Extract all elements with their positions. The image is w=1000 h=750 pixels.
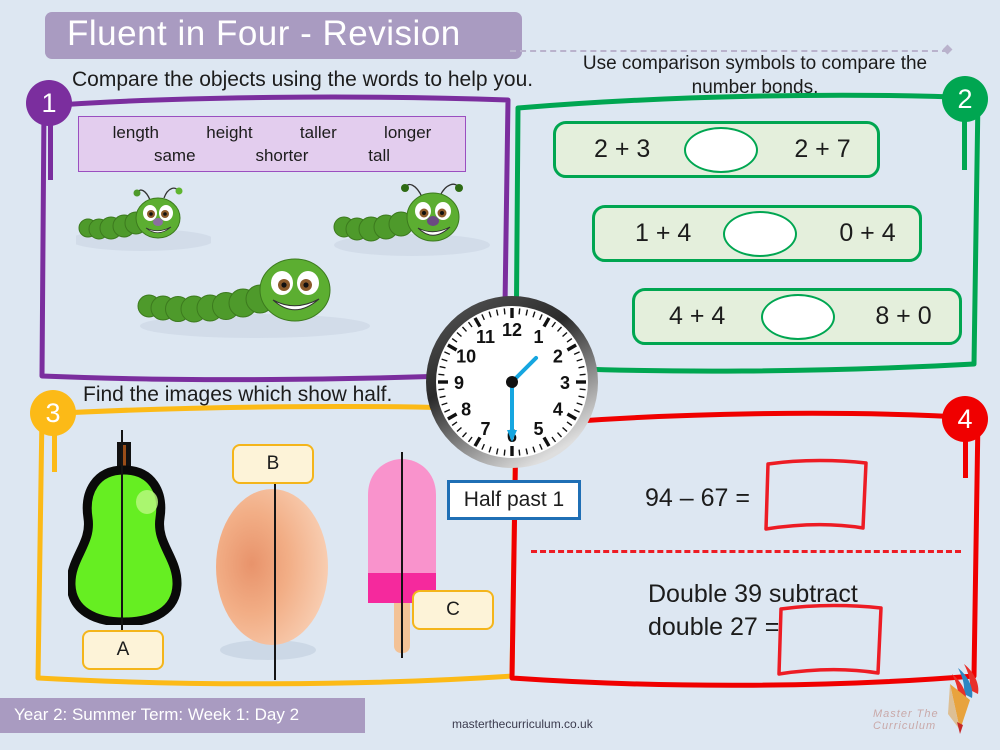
question-2-number: 2 <box>957 83 973 114</box>
clock-time-label: Half past 1 <box>447 480 581 520</box>
pencil-logo-icon <box>948 664 979 734</box>
question-1-number: 1 <box>41 87 57 118</box>
pear-image <box>68 442 182 625</box>
question-3-number: 3 <box>45 397 61 428</box>
svg-text:3: 3 <box>560 373 570 393</box>
label-tag-b[interactable]: B <box>232 444 314 484</box>
question-1-badge: 1 <box>26 80 72 126</box>
svg-text:5: 5 <box>533 419 543 439</box>
svg-text:8: 8 <box>461 400 471 420</box>
label-tag-a[interactable]: A <box>82 630 164 670</box>
lesson-reference: Year 2: Summer Term: Week 1: Day 2 <box>14 705 300 724</box>
question-4-badge: 4 <box>942 396 988 442</box>
page-title: Fluent in Four - Revision <box>67 14 461 53</box>
label-tag-c-text: C <box>446 599 460 620</box>
question-1-badge-stem <box>48 118 53 180</box>
svg-text:11: 11 <box>476 327 495 347</box>
svg-text:9: 9 <box>454 373 464 393</box>
label-tag-a-text: A <box>116 639 130 660</box>
clock-time-text: Half past 1 <box>463 488 565 511</box>
analogue-clock: 121234567891011 <box>424 294 600 475</box>
question-3-badge: 3 <box>30 390 76 436</box>
question-1-prompt: Compare the objects using the words to h… <box>72 68 534 91</box>
answer-box-1[interactable] <box>762 456 872 536</box>
question-2-badge: 2 <box>942 76 988 122</box>
svg-text:10: 10 <box>456 347 476 367</box>
svg-text:1: 1 <box>533 327 543 347</box>
label-tag-b-text: B <box>266 453 280 474</box>
answer-box-2[interactable] <box>776 600 886 680</box>
question-4-number: 4 <box>957 403 973 434</box>
label-tag-c[interactable]: C <box>412 590 494 630</box>
svg-text:2: 2 <box>553 347 563 367</box>
title-dash-endpoint <box>942 44 953 55</box>
worksheet-page: Fluent in Four - Revision 1 Compare the … <box>0 0 1000 750</box>
svg-text:7: 7 <box>480 419 490 439</box>
egg-half-line <box>274 455 276 680</box>
website-url: masterthecurriculum.co.uk <box>452 717 593 731</box>
lolly-half-line <box>401 452 403 658</box>
svg-text:4: 4 <box>553 400 563 420</box>
svg-text:12: 12 <box>502 320 522 340</box>
